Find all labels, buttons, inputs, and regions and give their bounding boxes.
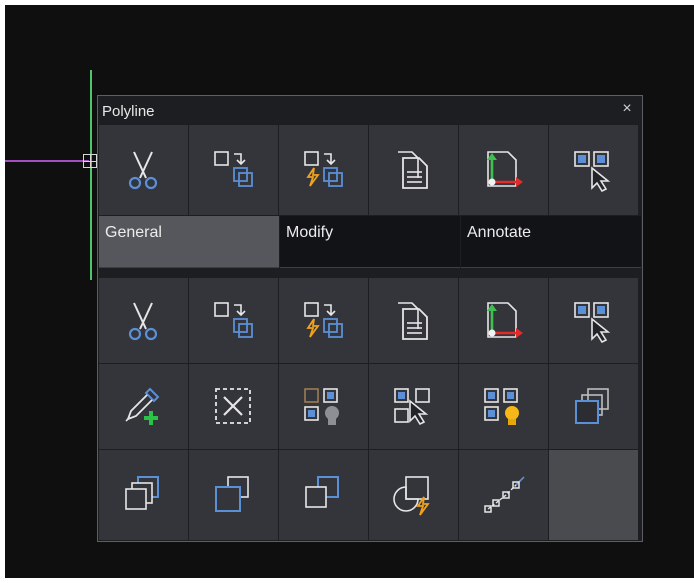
select-cursor-icon [392, 385, 436, 429]
deselect-icon [212, 385, 256, 429]
draw-order-back-button[interactable] [99, 450, 188, 540]
deselect-button[interactable] [189, 364, 278, 449]
copy-basepoint-button[interactable] [459, 125, 548, 215]
boundary-button[interactable] [369, 450, 458, 540]
polyline-edit-button[interactable] [459, 450, 548, 540]
crosshair-vertical-line [90, 70, 92, 280]
copy-move-icon [212, 299, 256, 343]
cut-button[interactable] [99, 125, 188, 215]
quick-copy-icon [302, 148, 346, 192]
quick-select-button[interactable] [369, 364, 458, 449]
select-similar-button[interactable] [549, 125, 638, 215]
close-button[interactable]: × [618, 99, 636, 119]
quick-copy-button[interactable] [279, 278, 368, 363]
scissors-icon [122, 148, 166, 192]
bring-to-front-icon [572, 385, 616, 429]
quick-copy-button[interactable] [279, 125, 368, 215]
draw-order-above-button[interactable] [189, 450, 278, 540]
tab-modify[interactable]: Modify [280, 216, 460, 268]
polyline-grip[interactable] [83, 154, 97, 168]
match-properties-button[interactable] [99, 364, 188, 449]
quick-tools-row [99, 125, 641, 215]
empty-slot [549, 450, 638, 540]
tools-row [99, 364, 641, 449]
eyedropper-add-icon [122, 385, 166, 429]
isolate-objects-button[interactable] [279, 364, 368, 449]
copy-basepoint-button[interactable] [459, 278, 548, 363]
select-similar-icon [572, 148, 616, 192]
select-similar-icon [572, 299, 616, 343]
select-similar-button[interactable] [549, 278, 638, 363]
panel-title: Polyline [102, 103, 155, 120]
polyline-segment[interactable] [5, 160, 89, 162]
isolate-bulb-gray-icon [302, 385, 346, 429]
tools-row [99, 450, 641, 540]
polyline-edit-icon [482, 473, 526, 517]
tab-general[interactable]: General [99, 216, 279, 268]
show-objects-button[interactable] [459, 364, 548, 449]
bring-above-icon [212, 473, 256, 517]
copy-move-icon [212, 148, 256, 192]
cut-button[interactable] [99, 278, 188, 363]
show-bulb-yellow-icon [482, 385, 526, 429]
ucs-axes-document-icon [482, 299, 526, 343]
draw-order-front-button[interactable] [549, 364, 638, 449]
scissors-icon [122, 299, 166, 343]
paste-button[interactable] [369, 125, 458, 215]
paste-document-icon [392, 148, 436, 192]
copy-move-button[interactable] [189, 278, 278, 363]
ucs-axes-document-icon [482, 148, 526, 192]
boundary-lightning-icon [392, 473, 436, 517]
draw-order-under-button[interactable] [279, 450, 368, 540]
paste-document-icon [392, 299, 436, 343]
panel-titlebar[interactable]: Polyline × [98, 96, 642, 126]
tab-annotate[interactable]: Annotate [461, 216, 641, 268]
send-under-icon [302, 473, 346, 517]
paste-button[interactable] [369, 278, 458, 363]
tools-row [99, 278, 641, 363]
tab-bar: General Modify Annotate [99, 216, 641, 268]
copy-move-button[interactable] [189, 125, 278, 215]
quick-copy-icon [302, 299, 346, 343]
quad-panel: Polyline × General Modify Annotate [97, 95, 643, 542]
send-to-back-icon [122, 473, 166, 517]
